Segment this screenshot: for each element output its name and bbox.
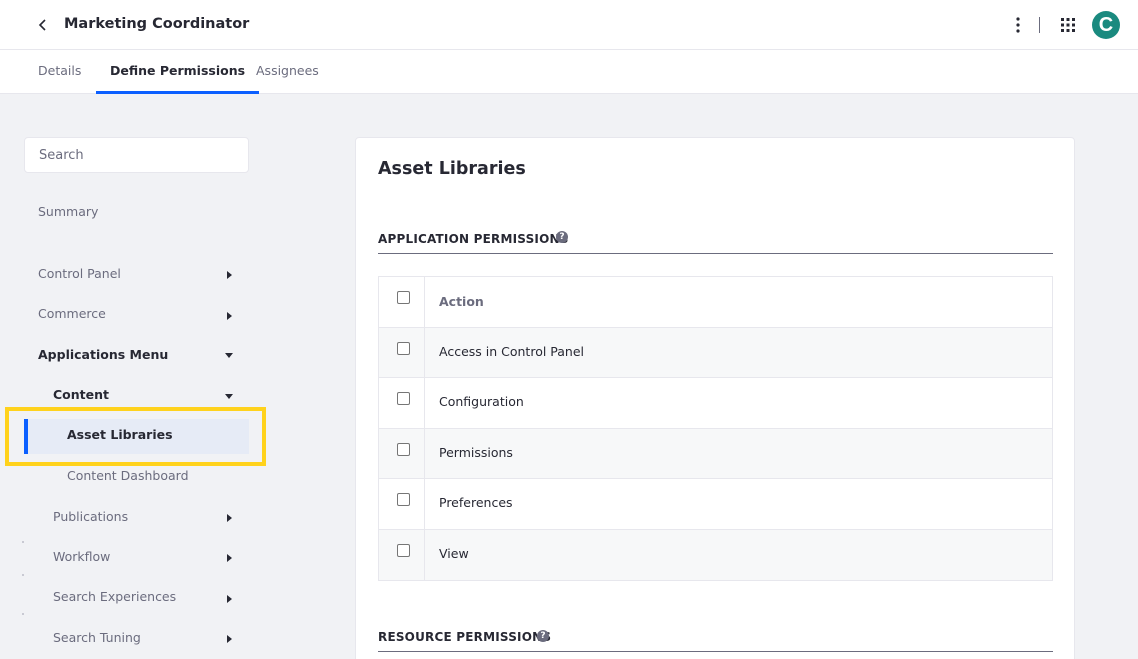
question-circle-icon[interactable]: ? <box>537 630 549 642</box>
table-header-row: Action <box>379 277 1052 328</box>
application-permissions-heading: APPLICATION PERMISSIONS <box>378 232 569 246</box>
tab-bar: Details Define Permissions Assignees <box>0 50 1138 94</box>
table-row: View <box>379 529 1052 580</box>
caret-right-icon[interactable] <box>227 271 232 279</box>
highlight-frame <box>5 407 266 466</box>
table-row: Configuration <box>379 378 1052 429</box>
scroll-marker <box>22 541 24 543</box>
sidebar-item-publications[interactable]: Publications <box>53 507 128 527</box>
permissions-table: Action Access in Control Panel Configura… <box>378 276 1053 581</box>
permission-label: Access in Control Panel <box>439 343 585 359</box>
caret-right-icon[interactable] <box>227 312 232 320</box>
checkbox-cell <box>379 479 425 529</box>
top-bar: Marketing Coordinator C <box>0 0 1138 50</box>
row-checkbox[interactable] <box>397 392 410 405</box>
page-title: Marketing Coordinator <box>64 16 250 32</box>
row-checkbox[interactable] <box>397 442 410 456</box>
sidebar-item-content-dashboard[interactable]: Content Dashboard <box>67 466 189 486</box>
caret-down-icon[interactable] <box>225 394 233 399</box>
divider <box>378 253 1053 254</box>
sidebar-item-commerce[interactable]: Commerce <box>38 304 106 324</box>
scroll-marker <box>22 613 24 615</box>
sidebar-item-workflow[interactable]: Workflow <box>53 547 110 567</box>
checkbox-cell <box>379 327 425 377</box>
caret-right-icon[interactable] <box>227 635 232 643</box>
question-circle-icon[interactable]: ? <box>556 231 568 243</box>
caret-right-icon[interactable] <box>227 554 232 562</box>
tab-define-permissions[interactable]: Define Permissions <box>96 50 260 94</box>
sidebar-item-summary[interactable]: Summary <box>38 202 98 222</box>
section-title: Asset Libraries <box>378 159 526 179</box>
caret-right-icon[interactable] <box>227 595 232 603</box>
sidebar-item-applications-menu[interactable]: Applications Menu <box>38 345 168 365</box>
permission-label: Preferences <box>439 495 513 510</box>
sidebar-item-control-panel[interactable]: Control Panel <box>38 264 121 284</box>
column-header-action: Action <box>439 294 484 309</box>
user-avatar[interactable]: C <box>1092 11 1120 39</box>
caret-down-icon[interactable] <box>225 353 233 358</box>
scroll-marker <box>22 574 24 576</box>
table-row: Preferences <box>379 479 1052 530</box>
search-input[interactable] <box>24 137 249 173</box>
checkbox-cell <box>379 529 425 580</box>
checkbox-cell <box>379 378 425 428</box>
resource-permissions-heading: RESOURCE PERMISSIONS <box>378 630 552 644</box>
caret-right-icon[interactable] <box>227 514 232 522</box>
permission-label: Configuration <box>439 394 524 409</box>
sidebar-item-search-experiences[interactable]: Search Experiences <box>53 587 176 607</box>
sidebar-item-search-tuning[interactable]: Search Tuning <box>53 628 141 648</box>
select-all-checkbox[interactable] <box>397 291 410 304</box>
ellipsis-v-icon[interactable] <box>1012 16 1024 34</box>
permission-label: Permissions <box>439 444 513 460</box>
sidebar-item-content[interactable]: Content <box>53 385 109 405</box>
row-checkbox[interactable] <box>397 493 410 506</box>
header-divider <box>1039 17 1040 33</box>
grid-icon[interactable] <box>1060 17 1076 33</box>
checkbox-cell <box>379 428 425 478</box>
divider <box>378 651 1053 652</box>
permission-label: View <box>439 545 469 561</box>
table-row: Permissions <box>379 428 1052 479</box>
tab-details[interactable]: Details <box>38 50 81 94</box>
tab-assignees[interactable]: Assignees <box>256 50 319 94</box>
table-row: Access in Control Panel <box>379 327 1052 378</box>
chevron-left-icon[interactable] <box>34 16 52 34</box>
row-checkbox[interactable] <box>397 341 410 355</box>
row-checkbox[interactable] <box>397 543 410 557</box>
checkbox-cell <box>379 277 425 327</box>
